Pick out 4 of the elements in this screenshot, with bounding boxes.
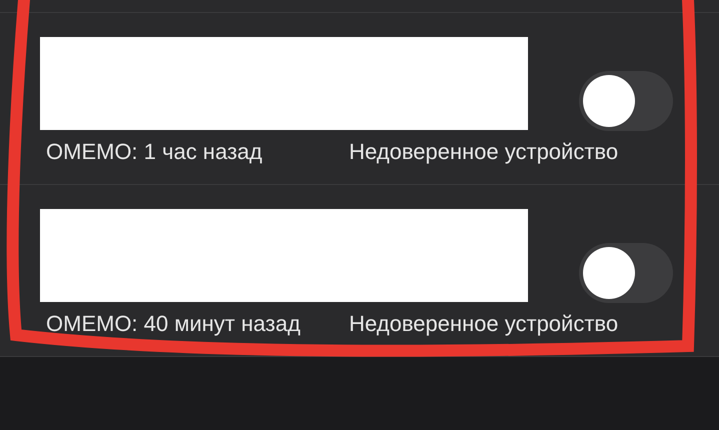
last-seen-label: OMEMO: 40 минут назад	[45, 311, 302, 337]
trust-status-label: Недоверенное устройство	[349, 311, 618, 337]
last-seen-label: OMEMO: 1 час назад	[45, 139, 264, 165]
trust-status-label: Недоверенное устройство	[349, 139, 618, 165]
